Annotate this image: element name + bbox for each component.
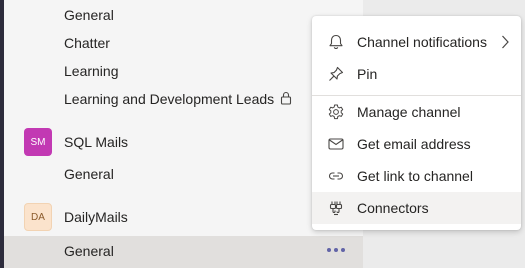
more-options-icon[interactable] xyxy=(326,242,346,258)
team-name-sql-mails[interactable]: SQL Mails xyxy=(64,133,128,151)
selected-channel-row[interactable] xyxy=(4,236,363,268)
channel-item-learning[interactable]: Learning xyxy=(64,62,119,80)
connectors-icon xyxy=(329,201,343,216)
pin-icon xyxy=(329,66,344,81)
menu-label-get-email-address: Get email address xyxy=(357,136,471,152)
menu-label-channel-notifications: Channel notifications xyxy=(357,34,487,50)
menu-item-channel-notifications[interactable]: Channel notifications xyxy=(312,26,521,58)
mail-icon xyxy=(328,138,344,150)
menu-label-connectors: Connectors xyxy=(357,200,429,216)
menu-label-get-link-to-channel: Get link to channel xyxy=(357,168,473,184)
lock-icon xyxy=(280,91,292,105)
menu-item-manage-channel[interactable]: Manage channel xyxy=(312,96,521,128)
channel-item-learning-and-development-leads[interactable]: Learning and Development Leads xyxy=(64,90,274,108)
menu-label-manage-channel: Manage channel xyxy=(357,104,461,120)
channel-item-sql-mails-general[interactable]: General xyxy=(64,165,114,183)
chevron-right-icon xyxy=(502,35,509,49)
menu-item-pin[interactable]: Pin xyxy=(312,58,521,90)
link-icon xyxy=(329,172,343,180)
channel-item-chatter[interactable]: Chatter xyxy=(64,34,110,52)
team-avatar-dailymails: DA xyxy=(24,203,52,231)
gear-icon xyxy=(328,104,344,120)
bell-icon xyxy=(329,34,343,50)
menu-item-connectors[interactable]: Connectors xyxy=(312,192,521,224)
channel-item-dailymails-general[interactable]: General xyxy=(64,242,114,260)
channel-item-general[interactable]: General xyxy=(64,6,114,24)
channel-context-menu: Channel notifications Pin Manage channel… xyxy=(312,16,521,230)
menu-label-pin: Pin xyxy=(357,66,378,82)
channel-list-panel xyxy=(4,0,363,268)
team-name-dailymails[interactable]: DailyMails xyxy=(64,208,128,226)
menu-item-get-email-address[interactable]: Get email address xyxy=(312,128,521,160)
team-avatar-sql-mails: SM xyxy=(24,128,52,156)
menu-item-get-link-to-channel[interactable]: Get link to channel xyxy=(312,160,521,192)
